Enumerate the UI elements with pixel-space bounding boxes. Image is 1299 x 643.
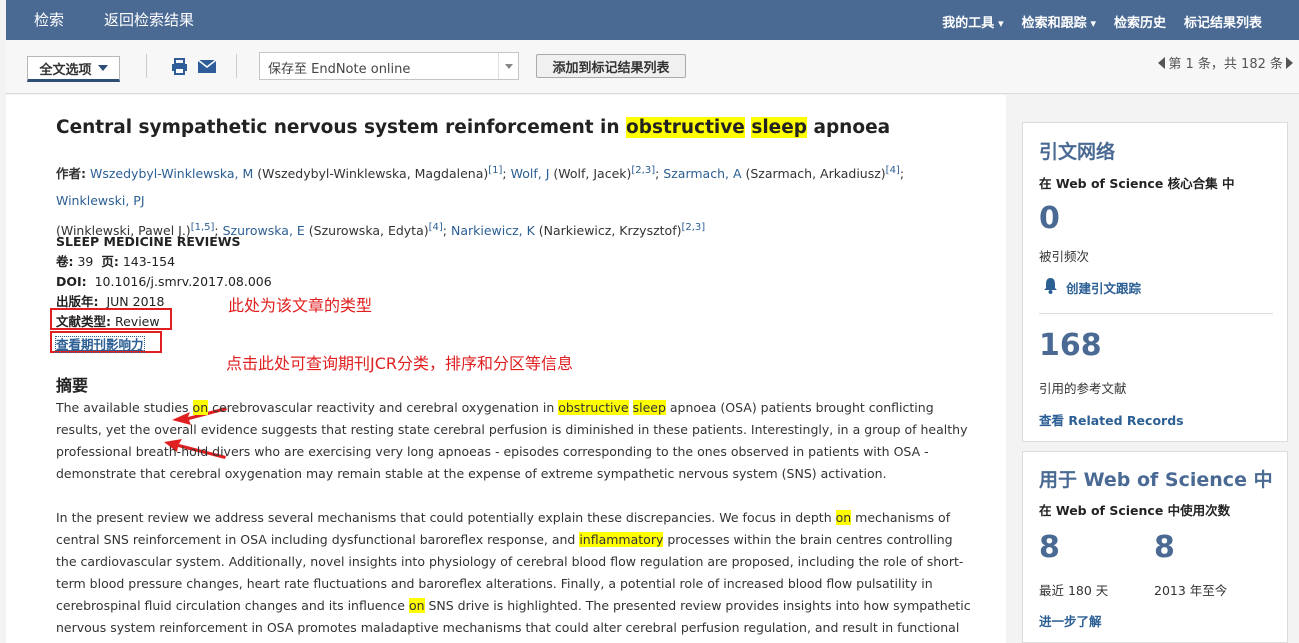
author-fullname: (Wolf, Jacek) [549, 166, 632, 182]
create-citation-alert-link[interactable]: 创建引文跟踪 [1066, 278, 1141, 297]
journal-impact-label: 查看期刊影响力 [55, 336, 145, 353]
core-collection-label: 在 Web of Science 核心合集 中 [1039, 176, 1235, 191]
abstract-text: cerebrovascular reactivity and cerebral … [208, 400, 559, 415]
abstract-highlight: on [835, 510, 852, 525]
toolbar-divider [146, 54, 147, 78]
record-pager: 第 1 条，共 182 条 [1158, 53, 1293, 72]
next-record-icon[interactable] [1286, 56, 1293, 69]
record-main-panel: Central sympathetic nervous system reinf… [6, 95, 1006, 643]
pages-value: 143-154 [122, 254, 176, 269]
author-fullname: (Szurowska, Edyta) [304, 223, 429, 239]
related-records-link[interactable]: 查看 Related Records [1039, 410, 1184, 429]
top-nav-right: 我的工具 检索和跟踪 检索历史 标记结果列表 [942, 12, 1262, 31]
usage-180-days-count: 8 [1039, 530, 1060, 565]
usage-subtitle: 在 Web of Science 中使用次数 [1039, 503, 1231, 518]
nav-marked-list-link[interactable]: 标记结果列表 [1184, 12, 1262, 31]
doi-value: 10.1016/j.smrv.2017.08.006 [94, 274, 272, 289]
title-highlight: obstructive [626, 117, 745, 138]
times-cited-label: 被引频次 [1039, 249, 1090, 264]
pager-text: 第 1 条，共 182 条 [1168, 57, 1283, 72]
print-icon[interactable] [171, 58, 188, 75]
fulltext-options-button[interactable]: 全文选项 [27, 56, 120, 82]
abstract-text: In the present review we address several… [56, 510, 836, 525]
article-title: Central sympathetic nervous system reinf… [56, 117, 890, 138]
author-affiliation[interactable]: [4] [886, 165, 900, 176]
abstract-text [629, 400, 633, 415]
top-nav-left: 检索 返回检索结果 [34, 9, 194, 30]
citation-network-title: 引文网络 [1039, 141, 1116, 163]
nav-search-link[interactable]: 检索 [34, 9, 64, 30]
usage-since-2013-label: 2013 年至今 [1154, 583, 1228, 598]
save-to-value: 保存至 EndNote online [268, 62, 411, 77]
top-nav: 检索 返回检索结果 我的工具 检索和跟踪 检索历史 标记结果列表 [6, 0, 1299, 40]
journal-impact-link[interactable]: 查看期刊影响力 [50, 331, 162, 353]
volume-value: 39 [77, 254, 94, 269]
usage-180-days-label: 最近 180 天 [1039, 583, 1109, 598]
abstract-paragraph-2: In the present review we address several… [56, 507, 971, 643]
author-affiliation[interactable]: [2,3] [681, 222, 705, 233]
nav-my-tools-menu[interactable]: 我的工具 [942, 12, 1003, 31]
usage-since-2013-count: 8 [1154, 530, 1175, 565]
doctype-highlight-box [50, 308, 172, 330]
abstract-highlight: sleep [632, 400, 666, 415]
toolbar-divider [236, 54, 237, 78]
pubdate-value: JUN 2018 [106, 294, 165, 309]
fulltext-options-label: 全文选项 [39, 62, 92, 78]
author-fullname: (Szarmach, Arkadiusz) [741, 166, 886, 182]
nav-back-to-results-link[interactable]: 返回检索结果 [104, 9, 194, 30]
email-icon[interactable] [198, 60, 216, 73]
author-link[interactable]: Szarmach, A [663, 166, 741, 181]
volume-label: 卷: [56, 254, 74, 269]
author-affiliation[interactable]: [4] [429, 222, 443, 233]
abstract-paragraph-1: The available studies on cerebrovascular… [56, 397, 971, 485]
authors-label: 作者: [56, 166, 86, 182]
author-link[interactable]: Narkiewicz, K [451, 223, 535, 238]
abstract-text: The available studies [56, 400, 193, 415]
abstract-highlight: on [408, 598, 425, 613]
dropdown-arrow-icon [498, 53, 518, 79]
author-link[interactable]: Wszedybyl-Winklewska, M [90, 166, 253, 181]
references-label: 引用的参考文献 [1039, 381, 1127, 396]
abstract-highlight: on [192, 400, 209, 415]
usage-title: 用于 Web of Science 中 [1039, 469, 1273, 491]
references-count[interactable]: 168 [1039, 328, 1102, 363]
doi-label: DOI: [56, 274, 87, 289]
times-cited-count[interactable]: 0 [1039, 201, 1060, 236]
title-text: Central sympathetic nervous system reinf… [56, 117, 626, 138]
abstract-heading: 摘要 [56, 376, 89, 395]
annotation-doctype: 此处为该文章的类型 [228, 296, 373, 315]
author-fullname: (Narkiewicz, Krzysztof) [534, 223, 682, 239]
bell-icon[interactable] [1043, 277, 1058, 294]
pubdate-label: 出版年: [56, 294, 99, 309]
toolbar: 全文选项 保存至 EndNote online 添加到标记结果列表 第 1 条，… [6, 40, 1299, 94]
author-fullname: (Wszedybyl-Winklewska, Magdalena) [253, 166, 489, 182]
add-to-marked-list-button[interactable]: 添加到标记结果列表 [536, 54, 686, 78]
author-affiliation[interactable]: [1] [488, 165, 502, 176]
annotation-jcr: 点击此处可查询期刊JCR分类，排序和分区等信息 [226, 354, 574, 373]
author-link[interactable]: Winklewski, PJ [56, 193, 145, 208]
author-affiliation[interactable]: [2,3] [631, 165, 655, 176]
previous-record-icon[interactable] [1158, 56, 1166, 69]
learn-more-link[interactable]: 进一步了解 [1039, 611, 1102, 630]
title-text: apnoea [807, 117, 891, 138]
nav-search-track-menu[interactable]: 检索和跟踪 [1022, 12, 1096, 31]
nav-history-link[interactable]: 检索历史 [1114, 12, 1166, 31]
author-link[interactable]: Wolf, J [511, 166, 550, 181]
save-to-select[interactable]: 保存至 EndNote online [259, 52, 519, 80]
journal-name[interactable]: SLEEP MEDICINE REVIEWS [56, 232, 272, 252]
abstract-highlight: inflammatory [579, 532, 664, 547]
usage-count-card: 用于 Web of Science 中 在 Web of Science 中使用… [1022, 451, 1288, 643]
pages-label: 页: [101, 254, 119, 269]
citation-network-card: 引文网络 在 Web of Science 核心合集 中 0 被引频次 创建引文… [1022, 122, 1288, 442]
abstract-highlight: obstructive [558, 400, 629, 415]
doi-line: DOI: 10.1016/j.smrv.2017.08.006 [56, 272, 272, 292]
volume-pages: 卷: 39 页: 143-154 [56, 252, 272, 272]
caret-down-icon [97, 65, 108, 71]
card-divider [1039, 313, 1273, 314]
title-highlight: sleep [751, 117, 808, 138]
